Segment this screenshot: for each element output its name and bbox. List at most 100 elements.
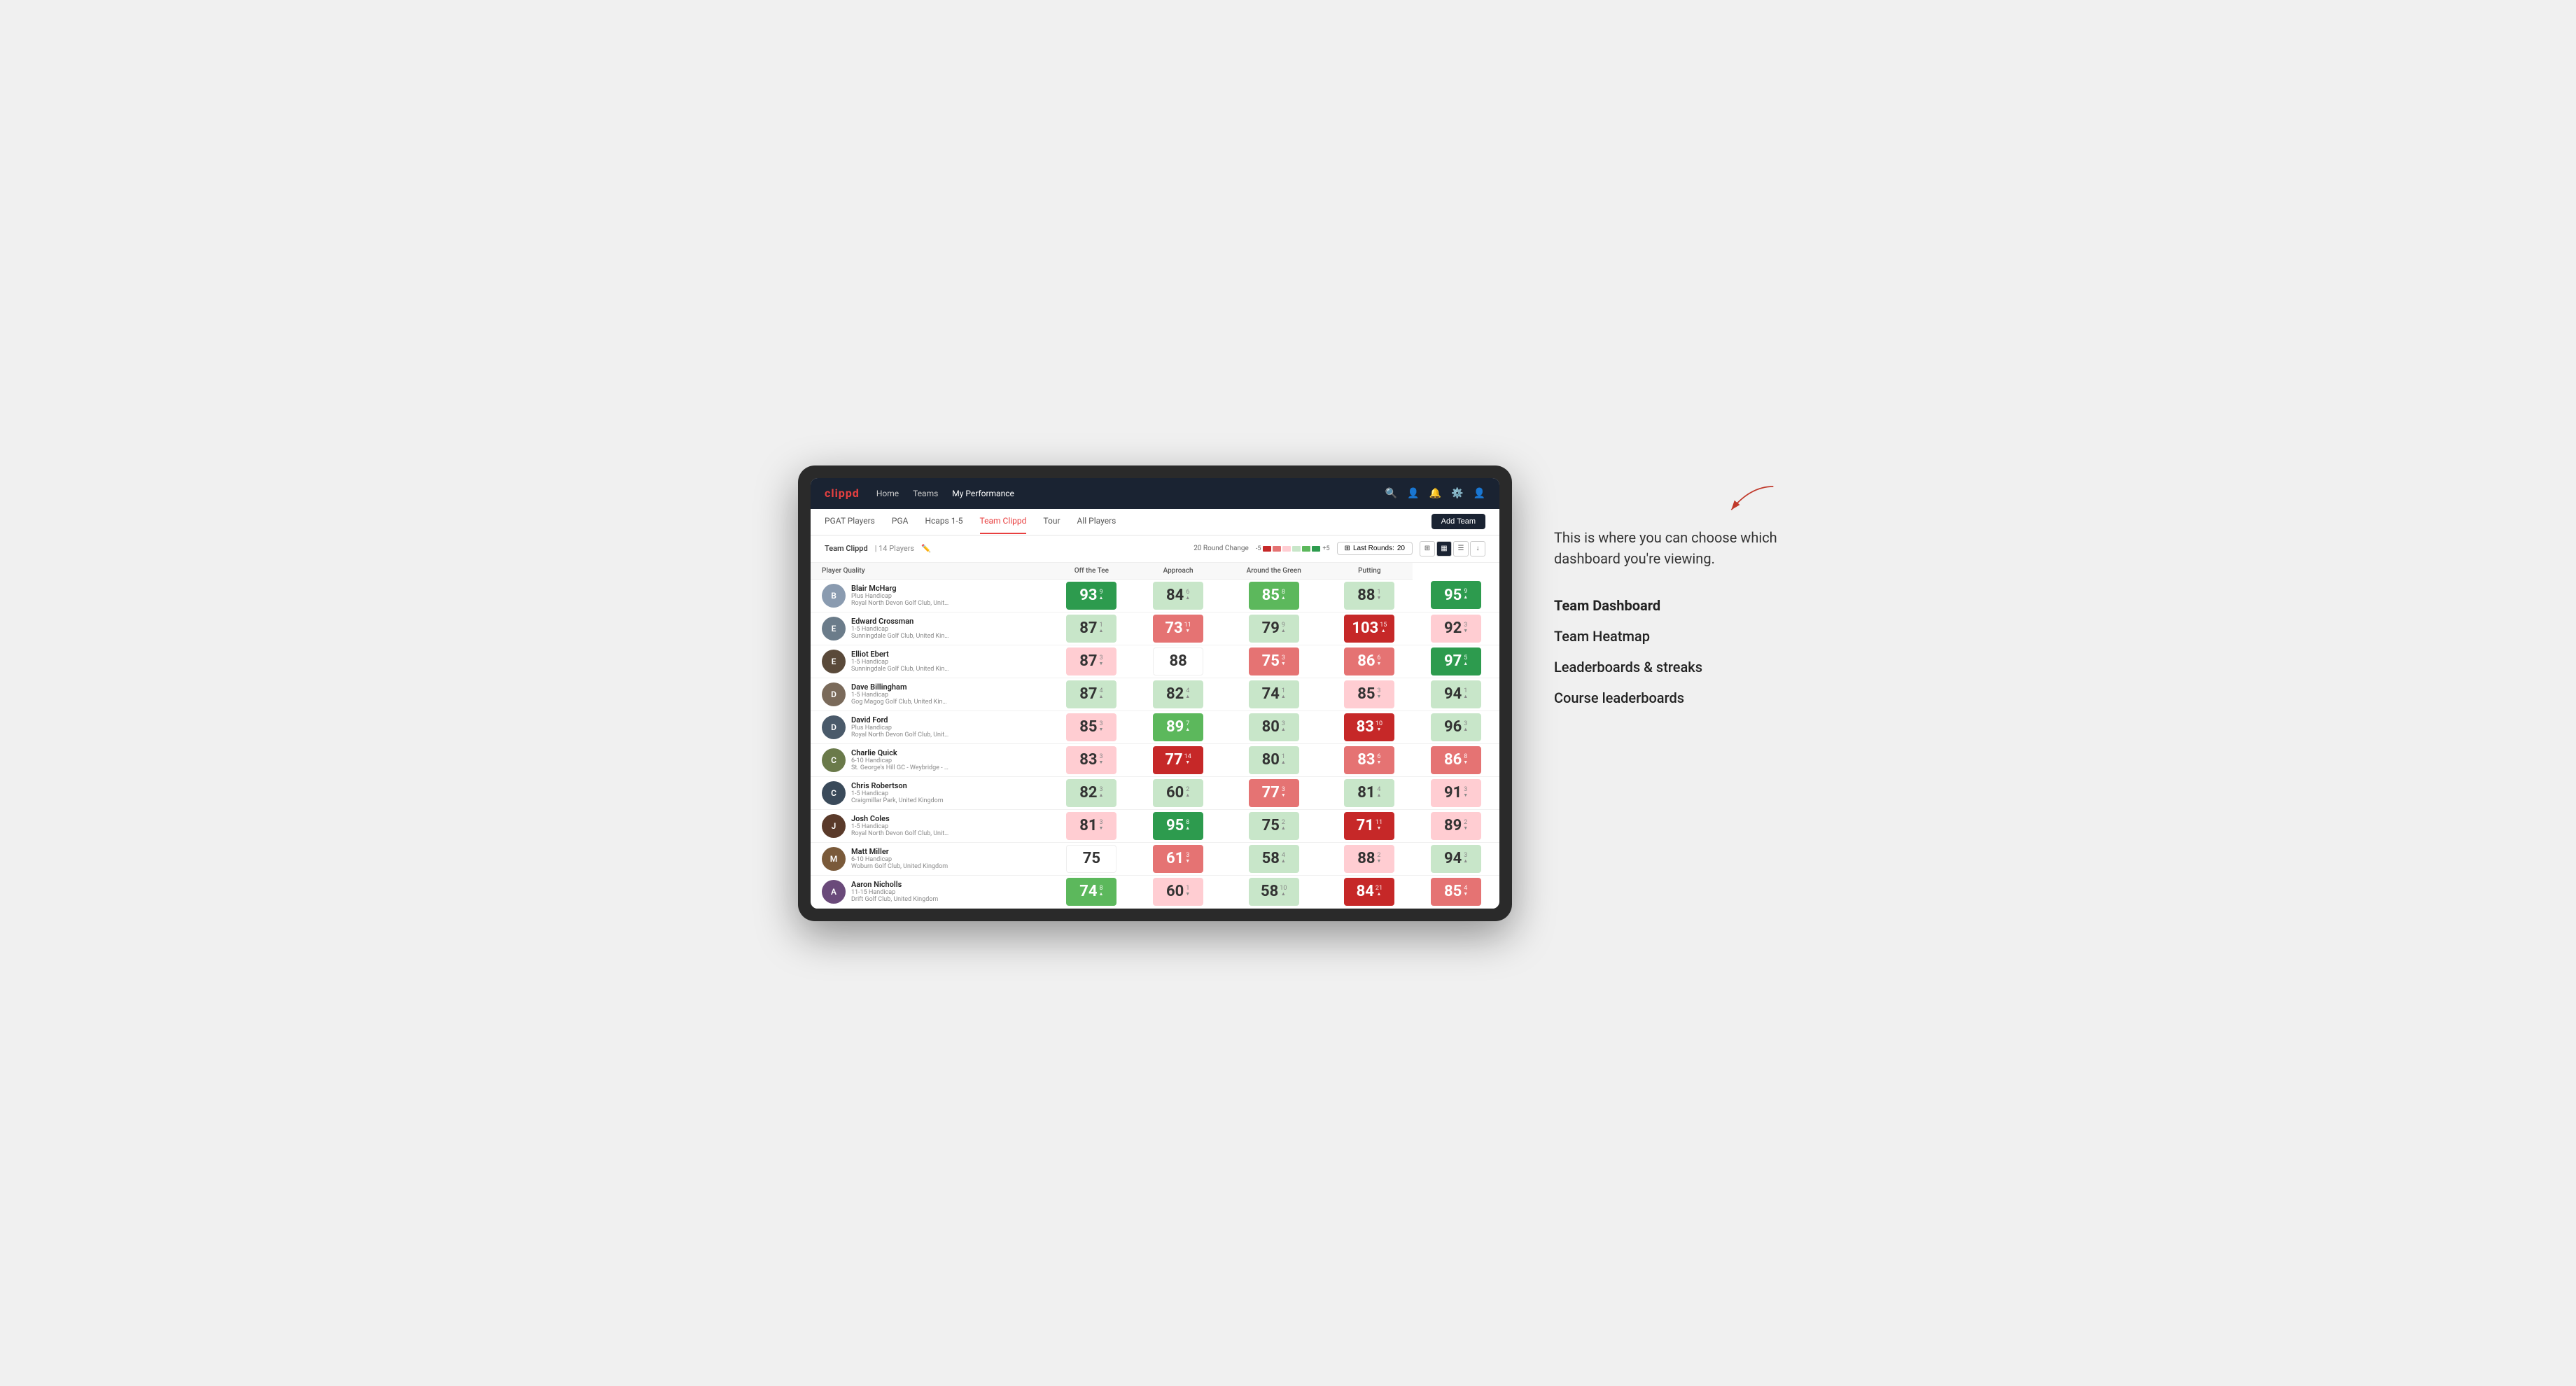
score-cell[interactable]: 941▲ — [1413, 678, 1499, 710]
nav-teams[interactable]: Teams — [913, 486, 938, 501]
score-change: 3▼ — [1099, 754, 1104, 766]
score-change: 1▲ — [1463, 688, 1468, 701]
bell-icon[interactable]: 🔔 — [1429, 488, 1441, 499]
table-body: BBlair McHargPlus HandicapRoyal North De… — [811, 579, 1499, 908]
round-change-label: 20 Round Change — [1194, 545, 1249, 552]
score-cell[interactable]: 874▲ — [1049, 678, 1135, 710]
score-cell[interactable]: 741▲ — [1222, 678, 1326, 710]
score-cell[interactable]: 939▲ — [1049, 579, 1135, 612]
profile-icon[interactable]: 👤 — [1407, 488, 1419, 499]
score-cell[interactable]: 823▲ — [1049, 776, 1135, 809]
score-cell[interactable]: 7714▼ — [1135, 743, 1222, 776]
score-cell[interactable]: 601▼ — [1135, 875, 1222, 908]
score-cell[interactable]: 959▲ — [1413, 579, 1499, 612]
player-avatar[interactable]: A — [822, 880, 846, 904]
heatmap-view-button[interactable]: ▦ — [1436, 541, 1452, 556]
list-view-button[interactable]: ☰ — [1453, 541, 1469, 556]
score-cell[interactable]: 882▼ — [1326, 842, 1413, 875]
score-cell[interactable]: 773▼ — [1222, 776, 1326, 809]
score-cell[interactable]: 803▲ — [1222, 710, 1326, 743]
add-team-button[interactable]: Add Team — [1432, 514, 1485, 529]
player-avatar[interactable]: E — [822, 617, 846, 640]
score-cell[interactable]: 897▲ — [1135, 710, 1222, 743]
score-cell[interactable]: 836▼ — [1326, 743, 1413, 776]
player-avatar[interactable]: C — [822, 781, 846, 805]
player-avatar[interactable]: M — [822, 847, 846, 871]
score-cell[interactable]: 824▲ — [1135, 678, 1222, 710]
score-cell[interactable]: 8310▼ — [1326, 710, 1413, 743]
player-cell: AAaron Nicholls11-15 HandicapDrift Golf … — [811, 875, 1049, 908]
score-cell[interactable]: 858▲ — [1222, 579, 1326, 612]
subnav-pga[interactable]: PGA — [892, 509, 909, 534]
player-avatar[interactable]: C — [822, 748, 846, 772]
score-cell[interactable]: 7111▼ — [1326, 809, 1413, 842]
score-cell[interactable]: 602▲ — [1135, 776, 1222, 809]
avatar-icon[interactable]: 👤 — [1474, 488, 1485, 499]
score-value: 87 — [1079, 652, 1097, 670]
score-value: 94 — [1444, 850, 1462, 867]
col-around[interactable]: Around the Green — [1222, 563, 1326, 580]
score-cell[interactable]: 975▲ — [1413, 645, 1499, 678]
col-player[interactable]: Player Quality — [811, 563, 1049, 580]
score-cell[interactable]: 801▲ — [1222, 743, 1326, 776]
subnav-hcaps[interactable]: Hcaps 1-5 — [925, 509, 962, 534]
score-value: 85 — [1079, 718, 1097, 736]
grid-view-button[interactable]: ⊞ — [1420, 541, 1435, 556]
score-cell[interactable]: 75 — [1049, 842, 1135, 875]
table-row: CChris Robertson1-5 HandicapCraigmillar … — [811, 776, 1499, 809]
score-cell[interactable]: 913▼ — [1413, 776, 1499, 809]
player-name: Chris Robertson — [851, 781, 1037, 790]
player-avatar[interactable]: J — [822, 814, 846, 838]
col-approach[interactable]: Approach — [1135, 563, 1222, 580]
score-cell[interactable]: 963▲ — [1413, 710, 1499, 743]
score-cell[interactable]: 814▲ — [1326, 776, 1413, 809]
search-icon[interactable]: 🔍 — [1385, 488, 1397, 499]
score-cell[interactable]: 871▲ — [1049, 612, 1135, 645]
score-cell[interactable]: 868▼ — [1413, 743, 1499, 776]
score-cell[interactable]: 958▲ — [1135, 809, 1222, 842]
score-cell[interactable]: 613▼ — [1135, 842, 1222, 875]
player-avatar[interactable]: D — [822, 682, 846, 706]
player-avatar[interactable]: B — [822, 584, 846, 608]
score-cell[interactable]: 846▲ — [1135, 579, 1222, 612]
score-cell[interactable]: 853▼ — [1049, 710, 1135, 743]
score-cell[interactable]: 854▼ — [1413, 875, 1499, 908]
score-cell[interactable]: 5810▲ — [1222, 875, 1326, 908]
score-cell[interactable]: 833▼ — [1049, 743, 1135, 776]
last-rounds-button[interactable]: ⊞ Last Rounds: 20 — [1337, 542, 1413, 555]
score-cell[interactable]: 753▼ — [1222, 645, 1326, 678]
score-cell[interactable]: 853▼ — [1326, 678, 1413, 710]
col-putting[interactable]: Putting — [1326, 563, 1413, 580]
score-cell[interactable]: 866▼ — [1326, 645, 1413, 678]
nav-home[interactable]: Home — [876, 486, 899, 501]
nav-myperformance[interactable]: My Performance — [952, 486, 1014, 501]
subnav-tour[interactable]: Tour — [1043, 509, 1060, 534]
score-cell[interactable]: 7311▼ — [1135, 612, 1222, 645]
score-value: 95 — [1166, 817, 1184, 834]
player-avatar[interactable]: D — [822, 715, 846, 739]
score-cell[interactable]: 923▼ — [1413, 612, 1499, 645]
score-cell[interactable]: 584▲ — [1222, 842, 1326, 875]
table-row: DDave Billingham1-5 HandicapGog Magog Go… — [811, 678, 1499, 710]
score-change: 3▲ — [1099, 787, 1104, 799]
score-cell[interactable]: 873▼ — [1049, 645, 1135, 678]
score-cell[interactable]: 799▲ — [1222, 612, 1326, 645]
settings-icon[interactable]: ⚙️ — [1451, 488, 1463, 499]
score-cell[interactable]: 748▲ — [1049, 875, 1135, 908]
score-cell[interactable]: 943▲ — [1413, 842, 1499, 875]
subnav-allplayers[interactable]: All Players — [1077, 509, 1116, 534]
download-button[interactable]: ↓ — [1470, 541, 1485, 556]
player-avatar[interactable]: E — [822, 650, 846, 673]
score-cell[interactable]: 752▲ — [1222, 809, 1326, 842]
score-cell[interactable]: 8421▲ — [1326, 875, 1413, 908]
score-cell[interactable]: 88 — [1135, 645, 1222, 678]
edit-icon[interactable]: ✏️ — [921, 544, 931, 553]
nav-links: Home Teams My Performance — [876, 486, 1368, 501]
score-cell[interactable]: 892▼ — [1413, 809, 1499, 842]
subnav-teamclippd[interactable]: Team Clippd — [980, 509, 1027, 534]
subnav-pgat[interactable]: PGAT Players — [825, 509, 875, 534]
score-cell[interactable]: 10315▲ — [1326, 612, 1413, 645]
score-cell[interactable]: 813▼ — [1049, 809, 1135, 842]
col-offtee[interactable]: Off the Tee — [1049, 563, 1135, 580]
score-cell[interactable]: 881▼ — [1326, 579, 1413, 612]
